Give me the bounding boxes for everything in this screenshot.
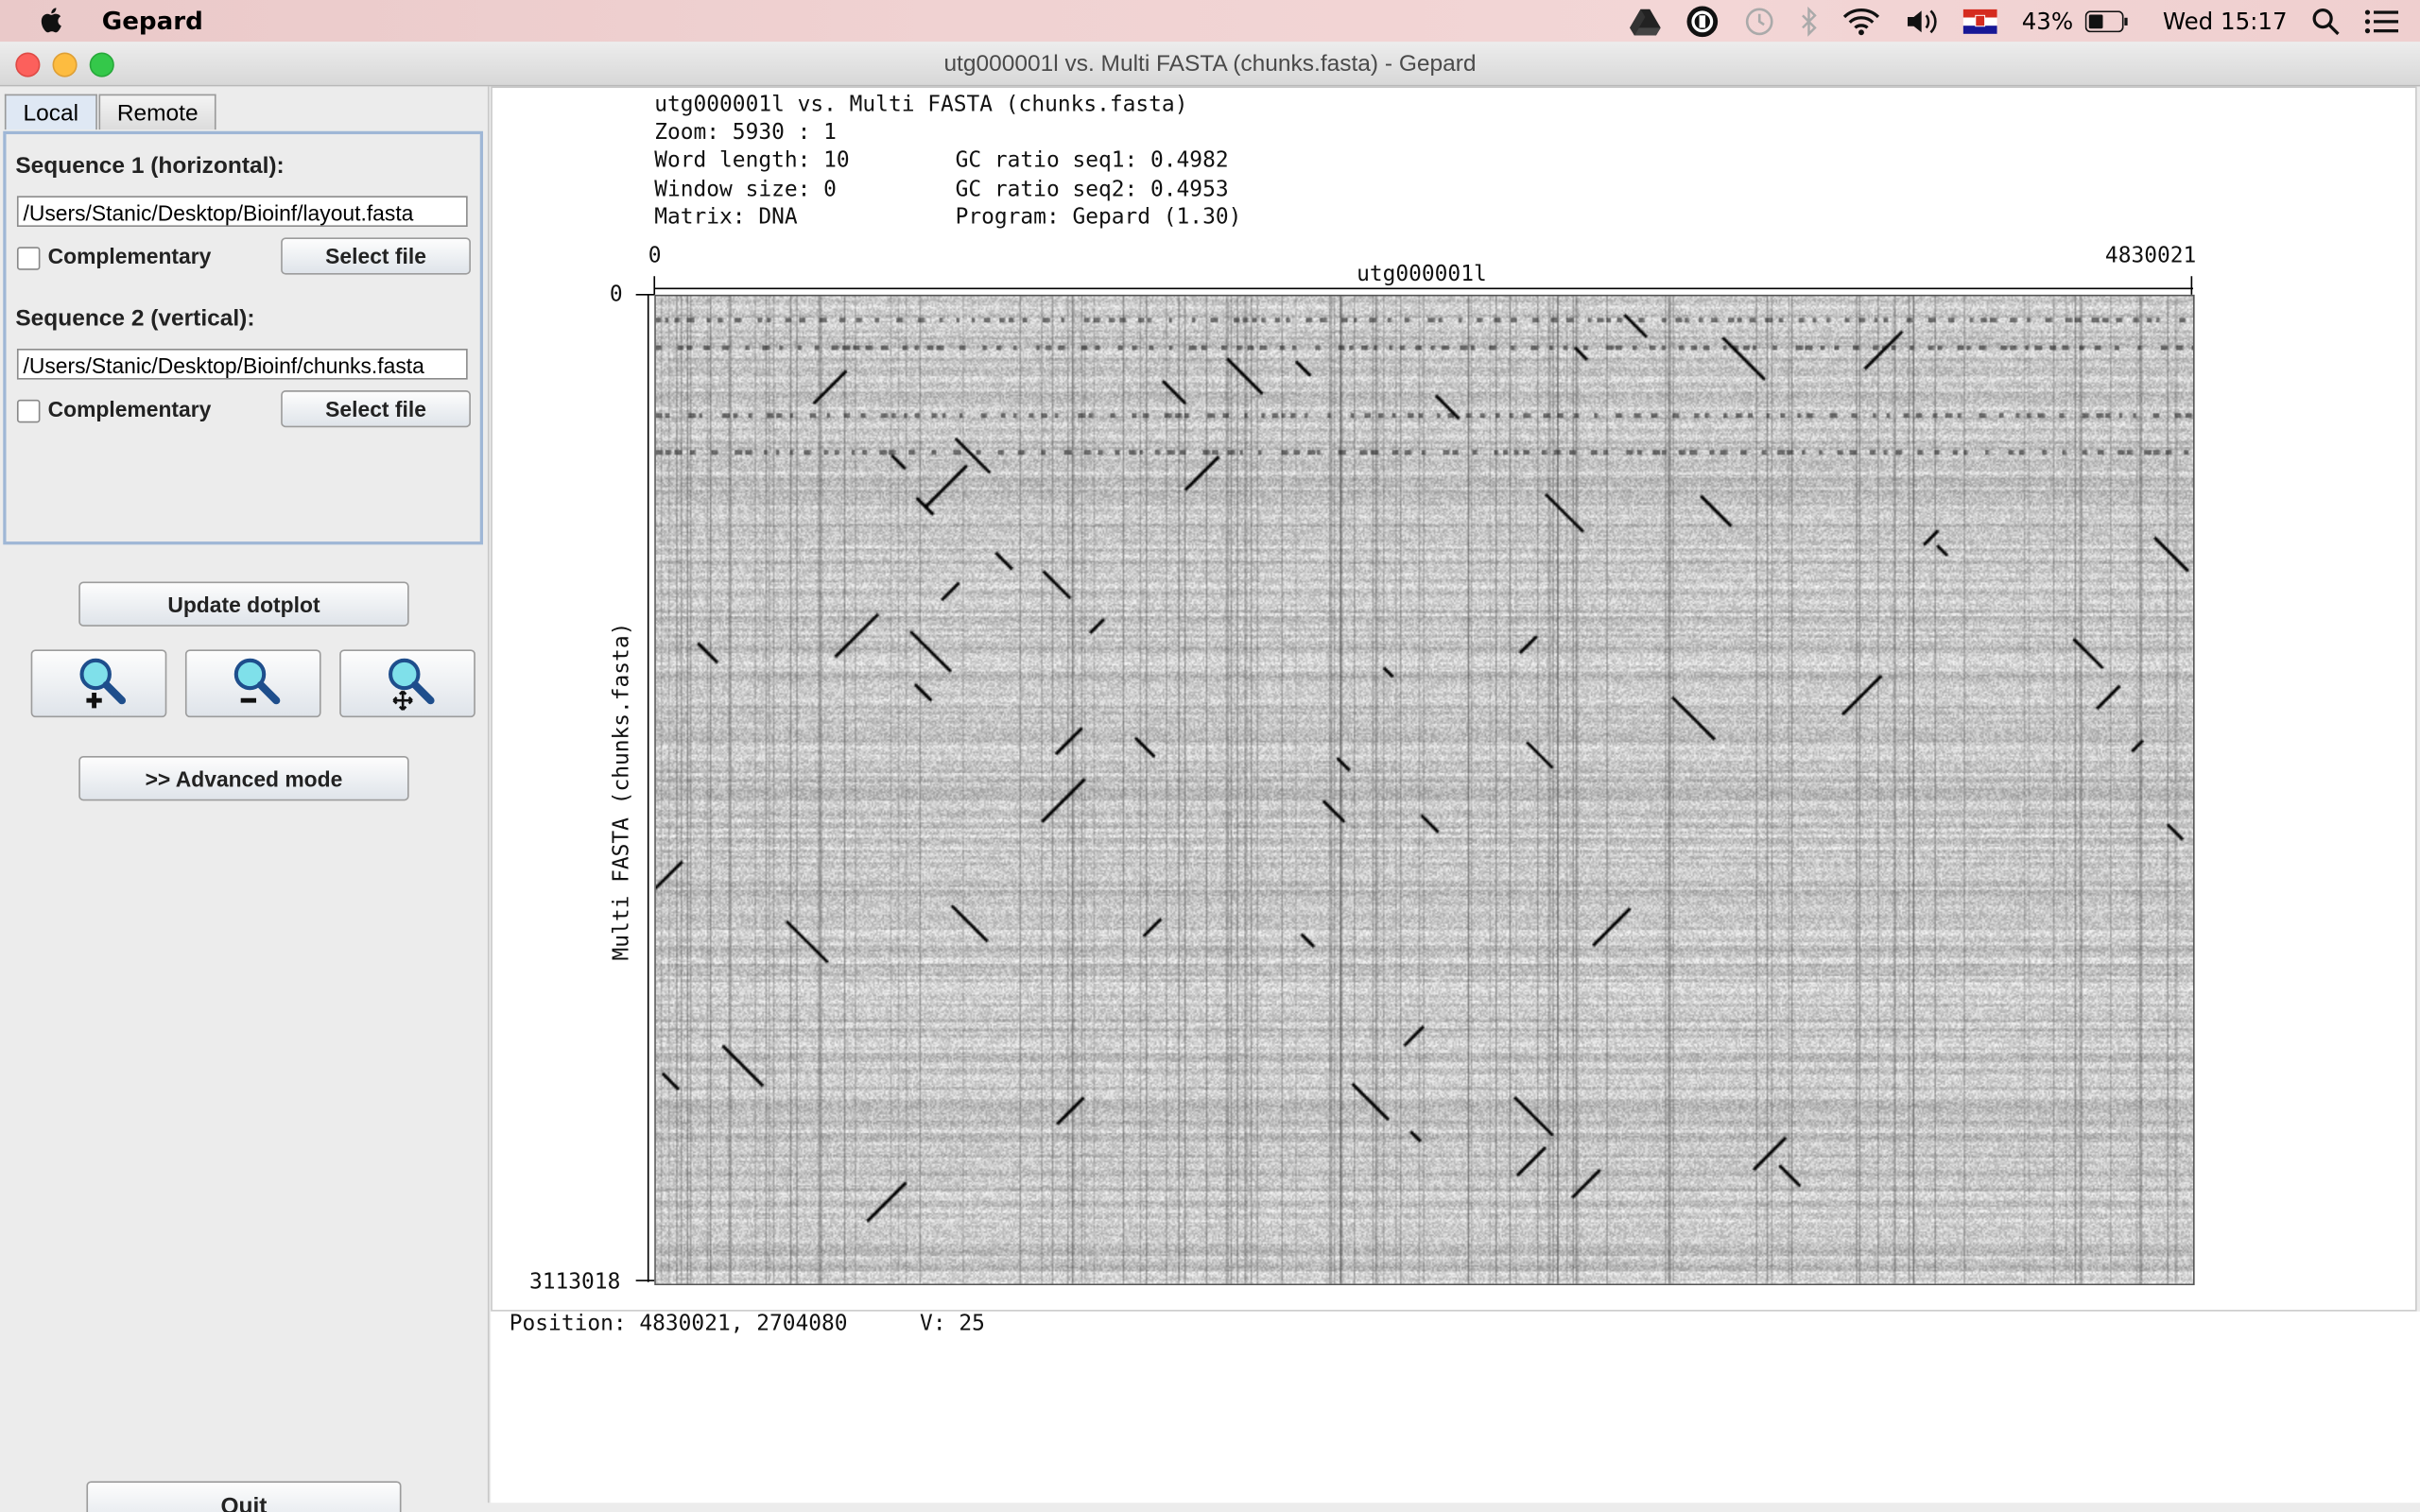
sequence-2-complementary-label: Complementary [47, 396, 212, 421]
time-machine-icon[interactable] [1744, 0, 1775, 42]
control-panel: Local Remote Sequence 1 (horizontal): /U… [0, 86, 490, 1512]
advanced-mode-button[interactable]: >> Advanced mode [78, 755, 409, 801]
local-tab-pane: Sequence 1 (horizontal): /Users/Stanic/D… [3, 130, 484, 545]
zoom-in-button[interactable] [30, 649, 167, 718]
zoom-out-icon [233, 658, 281, 705]
google-drive-icon[interactable] [1630, 0, 1661, 42]
wifi-icon[interactable] [1842, 0, 1880, 42]
gepard-window: utg000001l vs. Multi FASTA (chunks.fasta… [0, 43, 2420, 1512]
volume-icon[interactable] [1905, 0, 1939, 42]
bluetooth-icon[interactable] [1800, 0, 1819, 42]
window-title: utg000001l vs. Multi FASTA (chunks.fasta… [943, 50, 1477, 77]
apple-menu-icon[interactable] [37, 5, 68, 36]
menu-bar: Gepard 43% Wed 15:17 [0, 0, 2420, 43]
sequence-2-complementary-checkbox[interactable] [16, 399, 41, 423]
battery-icon[interactable] [2085, 0, 2129, 42]
tab-remote[interactable]: Remote [98, 94, 217, 130]
menubar-clock[interactable]: Wed 15:17 [2163, 7, 2288, 34]
status-bar: Position: 4830021, 2704080 V: 25 [491, 1311, 2420, 1503]
value-readout: V: 25 [920, 1311, 985, 1336]
sequence-1-complementary-label: Complementary [47, 243, 212, 269]
dotplot-panel: utg000001l vs. Multi FASTA (chunks.fasta… [491, 86, 2417, 1312]
zoom-navigate-button[interactable] [339, 649, 475, 718]
zoom-in-icon [79, 658, 127, 709]
zoom-move-icon [389, 658, 435, 711]
sequence-2-path-field[interactable]: /Users/Stanic/Desktop/Bioinf/chunks.fast… [16, 348, 468, 380]
zoom-out-button[interactable] [184, 649, 321, 718]
dotplot-canvas[interactable] [654, 294, 2195, 1285]
sequence-1-label: Sequence 1 (horizontal): [15, 152, 285, 180]
tab-local[interactable]: Local [4, 94, 97, 130]
sequence-1-complementary-checkbox[interactable] [16, 247, 41, 270]
cloud-app-icon[interactable] [1685, 0, 1720, 42]
spotlight-search-icon[interactable] [2312, 0, 2340, 42]
sequence-1-path-field[interactable]: /Users/Stanic/Desktop/Bioinf/layout.fast… [16, 196, 468, 227]
notification-center-icon[interactable] [2364, 0, 2399, 42]
sequence-2-label: Sequence 2 (vertical): [15, 305, 255, 333]
battery-percent: 43% [2021, 7, 2074, 35]
quit-button[interactable]: Quit [86, 1481, 402, 1512]
cursor-position-readout: Position: 4830021, 2704080 [509, 1311, 848, 1336]
source-tabs: Local Remote [4, 94, 218, 131]
app-name-menu[interactable]: Gepard [102, 7, 203, 36]
input-source-flag-icon[interactable] [1962, 0, 1997, 42]
update-dotplot-button[interactable]: Update dotplot [78, 581, 409, 627]
sequence-1-select-file-button[interactable]: Select file [281, 237, 471, 275]
window-titlebar[interactable]: utg000001l vs. Multi FASTA (chunks.fasta… [0, 43, 2420, 87]
sequence-2-select-file-button[interactable]: Select file [281, 390, 471, 428]
